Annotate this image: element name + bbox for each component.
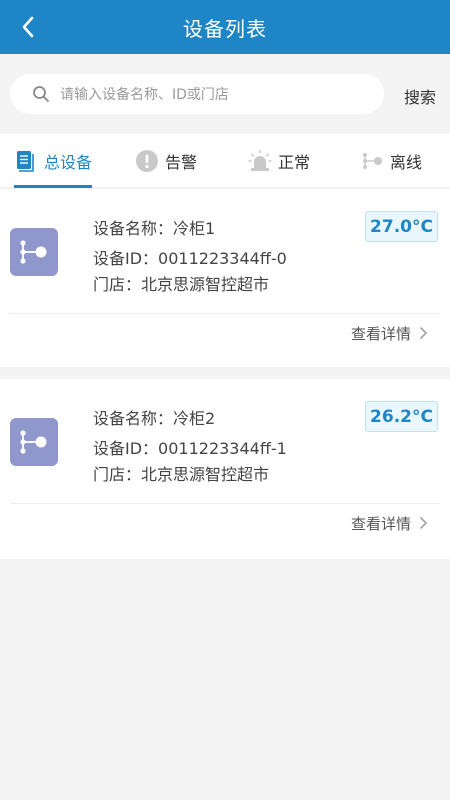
device-store: 门店：北京思源智控超市 bbox=[93, 275, 270, 294]
siren-icon bbox=[248, 149, 272, 173]
device-store: 门店：北京思源智控超市 bbox=[93, 465, 270, 484]
active-tab-indicator bbox=[14, 185, 92, 188]
device-card: 设备名称：冷柜1 设备ID：0011223344ff-0 门店：北京思源智控超市… bbox=[0, 189, 450, 367]
device-name: 设备名称：冷柜2 bbox=[93, 409, 216, 428]
tab-normal[interactable]: 正常 bbox=[248, 134, 310, 188]
temperature-badge: 27.0°C bbox=[365, 211, 438, 242]
list-icon bbox=[14, 149, 38, 173]
tab-label: 离线 bbox=[390, 153, 423, 172]
card-divider bbox=[10, 503, 440, 504]
tab-label: 正常 bbox=[278, 153, 311, 172]
search-icon bbox=[32, 84, 52, 104]
filter-tabs: 总设备 告警 正常 离线 bbox=[0, 134, 450, 188]
view-details-label: 查看详情 bbox=[351, 514, 412, 533]
view-details-button[interactable]: 查看详情 bbox=[351, 511, 428, 535]
search-placeholder: 请输入设备名称、ID或门店 bbox=[60, 87, 229, 103]
device-id: 设备ID：0011223344ff-0 bbox=[93, 249, 287, 268]
device-card: 设备名称：冷柜2 设备ID：0011223344ff-1 门店：北京思源智控超市… bbox=[0, 379, 450, 559]
search-button[interactable]: 搜索 bbox=[404, 84, 436, 108]
back-button[interactable] bbox=[14, 13, 42, 41]
view-details-button[interactable]: 查看详情 bbox=[351, 321, 428, 345]
page-title: 设备列表 bbox=[183, 16, 267, 41]
offline-icon bbox=[360, 149, 384, 173]
search-bar: 请输入设备名称、ID或门店 搜索 bbox=[0, 54, 450, 134]
chevron-right-icon bbox=[419, 326, 428, 340]
tab-label: 告警 bbox=[165, 153, 198, 172]
app-header: 设备列表 bbox=[0, 0, 450, 54]
search-input[interactable]: 请输入设备名称、ID或门店 bbox=[10, 74, 384, 114]
temperature-badge: 26.2°C bbox=[365, 401, 438, 432]
tab-all-devices[interactable]: 总设备 bbox=[14, 134, 92, 188]
tab-offline[interactable]: 离线 bbox=[360, 134, 422, 188]
device-icon bbox=[10, 418, 58, 466]
chevron-left-icon bbox=[22, 16, 34, 38]
tab-alarm[interactable]: 告警 bbox=[135, 134, 197, 188]
device-name: 设备名称：冷柜1 bbox=[93, 219, 216, 238]
view-details-label: 查看详情 bbox=[351, 324, 412, 343]
device-icon bbox=[10, 228, 58, 276]
device-id: 设备ID：0011223344ff-1 bbox=[93, 439, 287, 458]
alert-icon bbox=[135, 149, 159, 173]
card-divider bbox=[10, 313, 440, 314]
chevron-right-icon bbox=[419, 516, 428, 530]
tab-label: 总设备 bbox=[44, 153, 93, 172]
